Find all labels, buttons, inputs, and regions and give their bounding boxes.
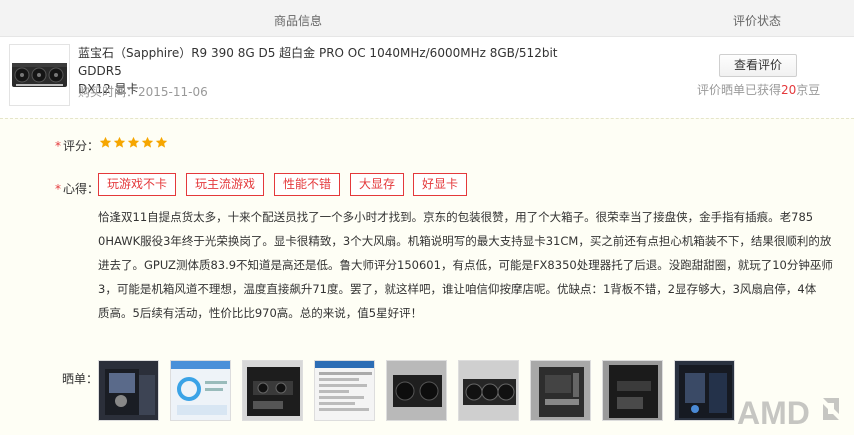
review-page: 商品信息 评价状态 蓝宝石（Sapphire）R9 390 8G D5 超白金 … [0, 0, 854, 435]
star-icon [127, 136, 140, 148]
photo-thumb-1[interactable] [98, 360, 159, 421]
tag-mainstream-games[interactable]: 玩主流游戏 [186, 173, 264, 196]
product-title-line1[interactable]: 蓝宝石（Sapphire）R9 390 8G D5 超白金 PRO OC 104… [78, 44, 598, 80]
review-line: 3，可能是机箱风道不理想，温度直接飙升71度。罢了，就这样吧，谁让咱信仰按摩店呢… [98, 282, 817, 296]
photos-label: 晒单： [62, 372, 99, 386]
header-product-info: 商品信息 [274, 14, 323, 28]
tag-large-vram[interactable]: 大显存 [350, 173, 404, 196]
photo-thumb-2[interactable] [170, 360, 231, 421]
reward-amount: 20 [781, 83, 797, 97]
star-icon [99, 136, 112, 148]
required-mark: * [55, 139, 61, 153]
photo-thumb-4[interactable] [314, 360, 375, 421]
svg-text:AMD: AMD [737, 395, 810, 431]
review-line: 质高。5后续有活动，性价比比970高。总的来说，值5星好评！ [98, 306, 423, 320]
score-label: * 评分： [55, 137, 99, 154]
review-line: 0HAWK服役3年终于光荣换岗了。显卡很精致，3个大风扇。机箱说明写的最大支持显… [98, 234, 832, 248]
heart-label: * 心得： [55, 180, 99, 197]
reward-unit: 京豆 [796, 83, 821, 97]
review-line: 恰逢双11自提点货太多，十来个配送员找了一个多小时才找到。京东的包装很赞，用了个… [98, 210, 814, 224]
star-icon [141, 136, 154, 148]
star-icon [155, 136, 168, 148]
review-content: 恰逢双11自提点货太多，十来个配送员找了一个多小时才找到。京东的包装很赞，用了个… [98, 205, 838, 325]
photo-thumb-6[interactable] [458, 360, 519, 421]
purchase-date: 购买时间：2015-11-06 [78, 85, 208, 99]
photo-thumb-8[interactable] [602, 360, 663, 421]
tag-play-games[interactable]: 玩游戏不卡 [98, 173, 176, 196]
header-review-status: 评价状态 [733, 14, 782, 28]
photo-thumb-5[interactable] [386, 360, 447, 421]
tag-good-card[interactable]: 好显卡 [413, 173, 467, 196]
reward-prefix: 评价晒单已获得 [697, 83, 782, 97]
product-thumbnail[interactable] [9, 44, 70, 106]
amd-logo-watermark: AMD [735, 392, 845, 432]
required-mark: * [55, 182, 61, 196]
tag-good-performance[interactable]: 性能不错 [274, 173, 340, 196]
photo-thumb-7[interactable] [530, 360, 591, 421]
reward-info: 评价晒单已获得20京豆 [697, 81, 820, 98]
star-icon [113, 136, 126, 148]
rating-stars [99, 136, 168, 150]
score-label-text: 评分： [63, 139, 100, 153]
heart-label-text: 心得： [63, 182, 100, 196]
table-header: 商品信息 评价状态 [0, 0, 854, 37]
photo-thumb-3[interactable] [242, 360, 303, 421]
review-line: 进去了。GPUZ测体质83.9不知道是高还是低。鲁大师评分150601，有点低，… [98, 258, 833, 272]
photo-gallery [98, 360, 735, 421]
view-review-button[interactable]: 查看评价 [719, 54, 797, 77]
photo-thumb-9[interactable] [674, 360, 735, 421]
